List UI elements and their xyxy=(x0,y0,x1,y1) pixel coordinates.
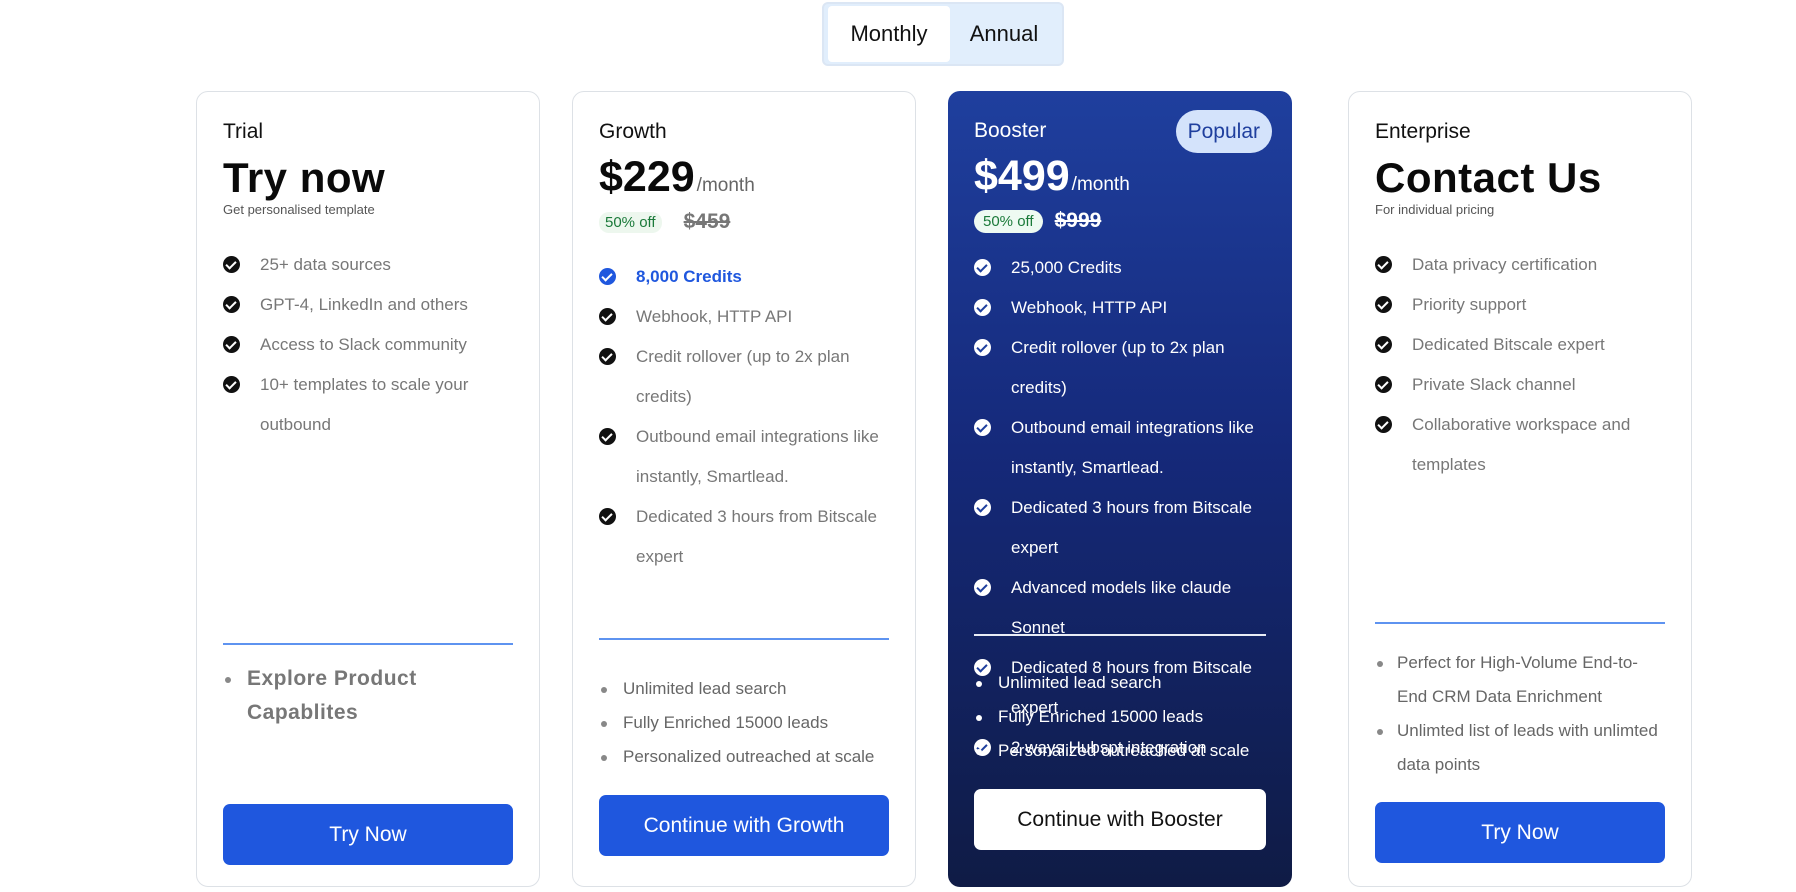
plan-card-growth: Growth $229 /month 50% off $459 8,000 Cr… xyxy=(572,91,916,887)
extras-item: Unlimited lead search xyxy=(974,666,1272,700)
plan-card-enterprise: Enterprise Contact Us For individual pri… xyxy=(1348,91,1692,887)
check-icon xyxy=(599,308,616,325)
extras-list: Unlimited lead search Fully Enriched 150… xyxy=(974,666,1272,768)
feature-item: Private Slack channel xyxy=(1375,365,1651,405)
plan-subtitle: Get personalised template xyxy=(223,202,375,217)
plan-name: Booster xyxy=(974,119,1047,142)
plan-headline: Contact Us xyxy=(1375,154,1602,201)
discount-badge: 50% off xyxy=(974,209,1043,233)
feature-list: 8,000 Credits Webhook, HTTP API Credit r… xyxy=(599,257,885,577)
check-icon xyxy=(1375,416,1392,433)
feature-item: Data privacy certification xyxy=(1375,245,1651,285)
check-icon xyxy=(599,508,616,525)
feature-item: Outbound email integrations like instant… xyxy=(599,417,885,497)
plan-name: Growth xyxy=(599,120,667,143)
check-icon xyxy=(974,419,991,436)
feature-item: Webhook, HTTP API xyxy=(599,297,885,337)
extras-item: Personalized outreached at scale xyxy=(599,740,895,774)
extras-item: Unlimited lead search xyxy=(599,672,895,706)
feature-item: Credit rollover (up to 2x plan credits) xyxy=(974,328,1272,408)
feature-item: 25+ data sources xyxy=(223,245,495,285)
check-icon xyxy=(974,339,991,356)
check-icon xyxy=(223,336,240,353)
feature-list: 25+ data sources GPT-4, LinkedIn and oth… xyxy=(223,245,495,445)
feature-item: Advanced models like claude Sonnet xyxy=(974,568,1272,648)
check-icon xyxy=(599,348,616,365)
plan-price: $499 /month xyxy=(974,152,1130,201)
extras-item: Personalized outreached at scale xyxy=(974,734,1272,768)
plan-subtitle: For individual pricing xyxy=(1375,202,1495,217)
price-amount: $499 xyxy=(974,152,1070,200)
extras-item: Explore Product Capablites xyxy=(223,662,519,730)
feature-item: GPT-4, LinkedIn and others xyxy=(223,285,495,325)
discount-row: 50% off $459 xyxy=(599,210,730,234)
feature-list: Data privacy certification Priority supp… xyxy=(1375,245,1651,485)
extras-item: Perfect for High-Volume End-to-End CRM D… xyxy=(1375,646,1667,714)
discount-badge: 50% off xyxy=(599,211,662,233)
feature-item: Dedicated Bitscale expert xyxy=(1375,325,1651,365)
extras-list: Unlimited lead search Fully Enriched 150… xyxy=(599,672,895,774)
try-now-button[interactable]: Try Now xyxy=(223,804,513,865)
feature-item: Access to Slack community xyxy=(223,325,495,365)
feature-item: Webhook, HTTP API xyxy=(974,288,1272,328)
popular-badge: Popular xyxy=(1175,110,1272,153)
monthly-option[interactable]: Monthly xyxy=(828,6,950,62)
price-period: /month xyxy=(1071,174,1130,195)
feature-item: Credit rollover (up to 2x plan credits) xyxy=(599,337,885,417)
feature-item: Priority support xyxy=(1375,285,1651,325)
check-icon xyxy=(1375,256,1392,273)
divider xyxy=(1375,622,1665,624)
continue-with-growth-button[interactable]: Continue with Growth xyxy=(599,795,889,856)
original-price: $459 xyxy=(683,210,731,233)
plan-name: Trial xyxy=(223,120,264,143)
plan-headline: Try now xyxy=(223,154,386,201)
feature-item: 10+ templates to scale your outbound xyxy=(223,365,495,445)
feature-item: Dedicated 3 hours from Bitscale expert xyxy=(599,497,885,577)
plan-name: Enterprise xyxy=(1375,120,1471,143)
try-now-button[interactable]: Try Now xyxy=(1375,802,1665,863)
check-icon xyxy=(974,579,991,596)
annual-option[interactable]: Annual xyxy=(950,6,1058,62)
check-icon xyxy=(974,299,991,316)
extras-item: Unlimted list of leads with unlimted dat… xyxy=(1375,714,1667,782)
check-icon xyxy=(1375,336,1392,353)
feature-item: 25,000 Credits xyxy=(974,248,1272,288)
extras-list: Explore Product Capablites xyxy=(223,662,519,730)
feature-item: 8,000 Credits xyxy=(599,257,885,297)
check-icon xyxy=(1375,296,1392,313)
divider xyxy=(974,634,1266,636)
extras-list: Perfect for High-Volume End-to-End CRM D… xyxy=(1375,646,1667,782)
price-period: /month xyxy=(696,175,755,196)
price-amount: $229 xyxy=(599,153,695,201)
check-icon xyxy=(974,499,991,516)
feature-item: Dedicated 3 hours from Bitscale expert xyxy=(974,488,1272,568)
plan-card-booster: Booster Popular $499 /month 50% off $999… xyxy=(948,91,1292,887)
billing-toggle: Monthly Annual xyxy=(822,2,1064,66)
extras-item: Fully Enriched 15000 leads xyxy=(599,706,895,740)
check-icon xyxy=(223,376,240,393)
plan-price: $229 /month xyxy=(599,153,755,202)
original-price: $999 xyxy=(1054,209,1102,232)
plan-card-trial: Trial Try now Get personalised template … xyxy=(196,91,540,887)
divider xyxy=(599,638,889,640)
check-icon xyxy=(223,256,240,273)
check-icon xyxy=(1375,376,1392,393)
check-icon xyxy=(599,428,616,445)
feature-item: Collaborative workspace and templates xyxy=(1375,405,1651,485)
discount-row: 50% off $999 xyxy=(974,209,1101,233)
check-icon xyxy=(599,268,616,285)
feature-item: Outbound email integrations like instant… xyxy=(974,408,1272,488)
check-icon xyxy=(223,296,240,313)
divider xyxy=(223,643,513,645)
continue-with-booster-button[interactable]: Continue with Booster xyxy=(974,789,1266,850)
extras-item: Fully Enriched 15000 leads xyxy=(974,700,1272,734)
check-icon xyxy=(974,259,991,276)
